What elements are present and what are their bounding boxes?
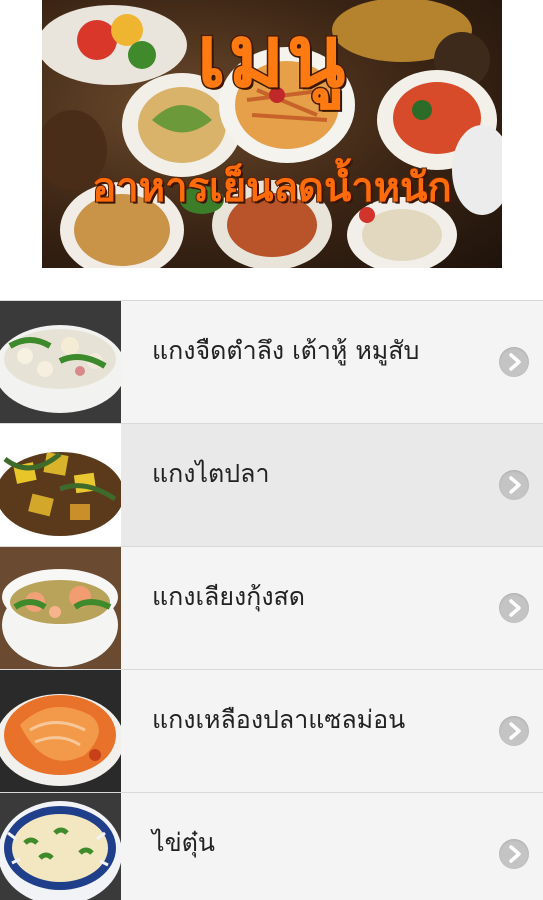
chevron-right-icon[interactable] <box>499 839 529 869</box>
banner-image: เมนู อาหารเย็นลดน้ำหนัก <box>42 0 502 268</box>
app-screen: เมนู อาหารเย็นลดน้ำหนัก แกงจืดตำลึง เต้า… <box>0 0 543 900</box>
banner-subtitle: อาหารเย็นลดน้ำหนัก <box>91 164 452 212</box>
menu-item-clear-soup[interactable]: แกงจืดตำลึง เต้าหู้ หมูสับ <box>0 301 543 424</box>
chevron-right-icon[interactable] <box>499 470 529 500</box>
menu-item-label: แกงไตปลา <box>152 459 270 488</box>
shrimp-soup-thumbnail <box>0 547 121 669</box>
steamed-egg-thumbnail <box>0 793 121 900</box>
chevron-right-icon[interactable] <box>499 593 529 623</box>
fish-kidney-curry-thumbnail <box>0 424 121 546</box>
menu-list: แกงจืดตำลึง เต้าหู้ หมูสับ แกงไตปลา แกงเ… <box>0 300 543 900</box>
banner-title: เมนู <box>195 6 348 109</box>
clear-soup-thumbnail <box>0 301 121 423</box>
chevron-right-icon[interactable] <box>499 347 529 377</box>
menu-item-fish-kidney-curry[interactable]: แกงไตปลา <box>0 424 543 547</box>
menu-item-label: แกงเลียงกุ้งสด <box>152 582 306 611</box>
chevron-right-icon[interactable] <box>499 716 529 746</box>
menu-item-label: แกงเหลืองปลาแซลม่อน <box>152 705 406 734</box>
menu-item-steamed-egg[interactable]: ไข่ตุ๋น <box>0 793 543 900</box>
yellow-curry-salmon-thumbnail <box>0 670 121 792</box>
menu-item-shrimp-soup[interactable]: แกงเลียงกุ้งสด <box>0 547 543 670</box>
menu-item-label: แกงจืดตำลึง เต้าหู้ หมูสับ <box>152 336 420 365</box>
menu-item-label: ไข่ตุ๋น <box>152 828 215 857</box>
menu-item-yellow-curry-salmon[interactable]: แกงเหลืองปลาแซลม่อน <box>0 670 543 793</box>
